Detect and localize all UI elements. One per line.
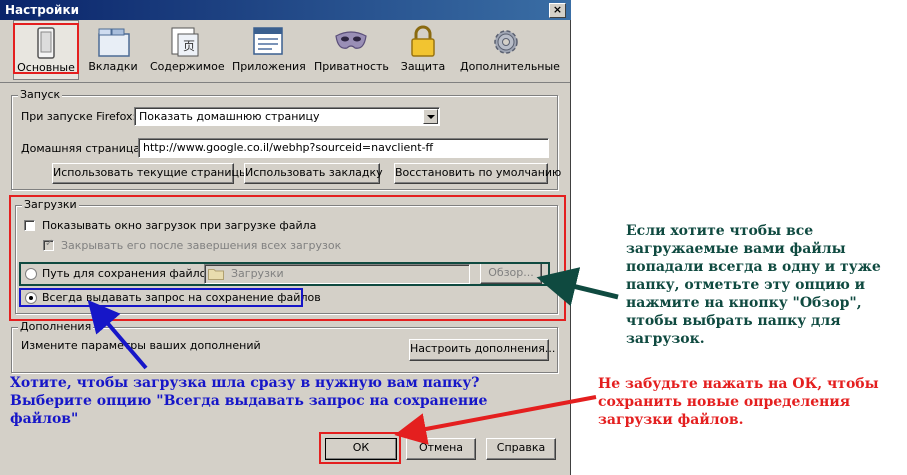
arrow-teal	[536, 267, 619, 307]
right-note-line: загружаемые вами файлы	[626, 241, 846, 257]
left-note: Хотите, чтобы загрузка шла сразу в нужну…	[10, 374, 487, 428]
right-note-line: папку, отметьте эту опцию и	[626, 277, 866, 293]
right-note-line: нажмите на кнопку "Обзор",	[626, 295, 862, 311]
ok-note-line: загрузки файлов.	[598, 412, 744, 428]
arrow-blue	[87, 299, 148, 370]
left-note-line: Выберите опцию "Всегда выдавать запрос н…	[10, 393, 488, 409]
ok-note-line: Не забудьте нажать на ОК, чтобы	[598, 376, 879, 392]
ok-note: Не забудьте нажать на ОК, чтобы сохранит…	[598, 375, 879, 429]
right-note-line: загрузок.	[626, 331, 705, 347]
right-note-line: чтобы выбрать папку для	[626, 313, 841, 329]
right-note-line: Если хотите чтобы все	[626, 223, 814, 239]
right-note-line: попадали всегда в одну и туже	[626, 259, 881, 275]
left-note-line: файлов"	[10, 411, 79, 427]
ok-note-line: сохранить новые определения	[598, 394, 851, 410]
right-note: Если хотите чтобы все загружаемые вами ф…	[626, 222, 881, 348]
left-note-line: Хотите, чтобы загрузка шла сразу в нужну…	[10, 375, 480, 391]
